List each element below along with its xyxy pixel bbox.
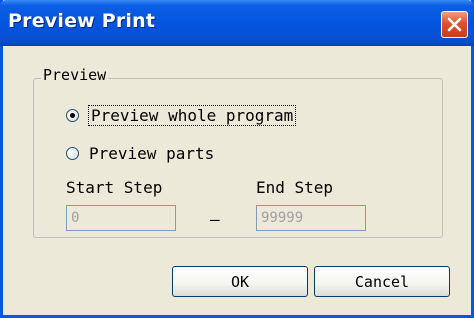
preview-group-legend: Preview (41, 66, 109, 84)
title-bar[interactable]: Preview Print (0, 0, 474, 46)
radio-button-parts[interactable] (66, 147, 79, 160)
ok-button[interactable]: OK (172, 266, 308, 297)
radio-button-whole-program[interactable] (66, 109, 79, 122)
range-separator: – (210, 210, 220, 229)
radio-selected-dot (70, 113, 75, 118)
radio-preview-parts[interactable]: Preview parts (66, 144, 214, 163)
end-step-input[interactable]: 99999 (256, 205, 366, 231)
start-step-label: Start Step (66, 178, 163, 197)
close-icon (447, 17, 462, 32)
radio-preview-whole-program[interactable]: Preview whole program (66, 105, 297, 126)
close-button[interactable] (441, 11, 468, 38)
radio-label-whole-program[interactable]: Preview whole program (87, 105, 297, 126)
radio-label-parts[interactable]: Preview parts (89, 144, 214, 163)
end-step-label: End Step (256, 178, 334, 197)
cancel-button[interactable]: Cancel (314, 266, 450, 297)
start-step-input[interactable]: 0 (66, 205, 176, 231)
window-title: Preview Print (8, 10, 156, 32)
